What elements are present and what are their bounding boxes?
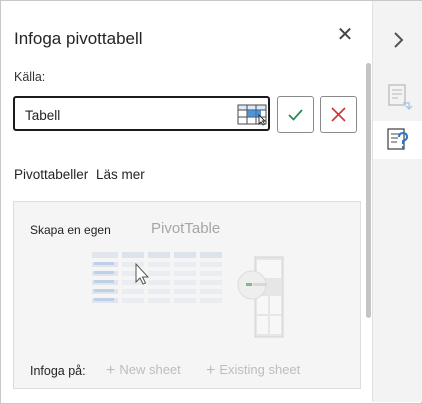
insert-pivot-pane: Infoga pivottabell ✕ Källa: Tabell Pivot…: [1, 1, 372, 402]
existing-sheet-option: + Existing sheet: [206, 362, 300, 380]
source-input[interactable]: Tabell: [13, 96, 270, 131]
scrollbar-thumb[interactable]: [366, 63, 371, 318]
create-own-label: Skapa en egen: [30, 223, 111, 237]
insert-location-label: Infoga på:: [30, 364, 86, 378]
pivot-fields-icon[interactable]: [385, 81, 413, 113]
existing-sheet-label: Existing sheet: [219, 362, 301, 377]
source-value: Tabell: [25, 108, 61, 123]
pane-title: Infoga pivottabell: [14, 29, 143, 48]
pivottable-label: PivotTable: [151, 220, 221, 237]
plus-icon: +: [206, 362, 216, 379]
pivot-illustration: [92, 252, 284, 338]
side-rail: [372, 1, 422, 402]
table-help-icon[interactable]: [373, 121, 422, 159]
chevron-right-icon[interactable]: [389, 28, 409, 52]
create-own-pivot-card[interactable]: Skapa en egen PivotTable Infoga på: + Ne…: [13, 201, 361, 389]
checkmark-icon: [288, 109, 303, 121]
new-sheet-label: New sheet: [119, 362, 181, 377]
new-sheet-option: + New sheet: [106, 362, 181, 380]
source-label: Källa:: [14, 70, 46, 84]
section-heading: Pivottabeller: [14, 167, 89, 182]
learn-more-link[interactable]: Läs mer: [96, 167, 145, 182]
close-icon[interactable]: ✕: [335, 23, 355, 47]
table-select-icon[interactable]: [237, 104, 269, 126]
plus-icon: +: [106, 362, 116, 379]
confirm-button[interactable]: [277, 96, 314, 133]
x-icon: [331, 107, 346, 122]
cancel-button[interactable]: [320, 96, 357, 133]
